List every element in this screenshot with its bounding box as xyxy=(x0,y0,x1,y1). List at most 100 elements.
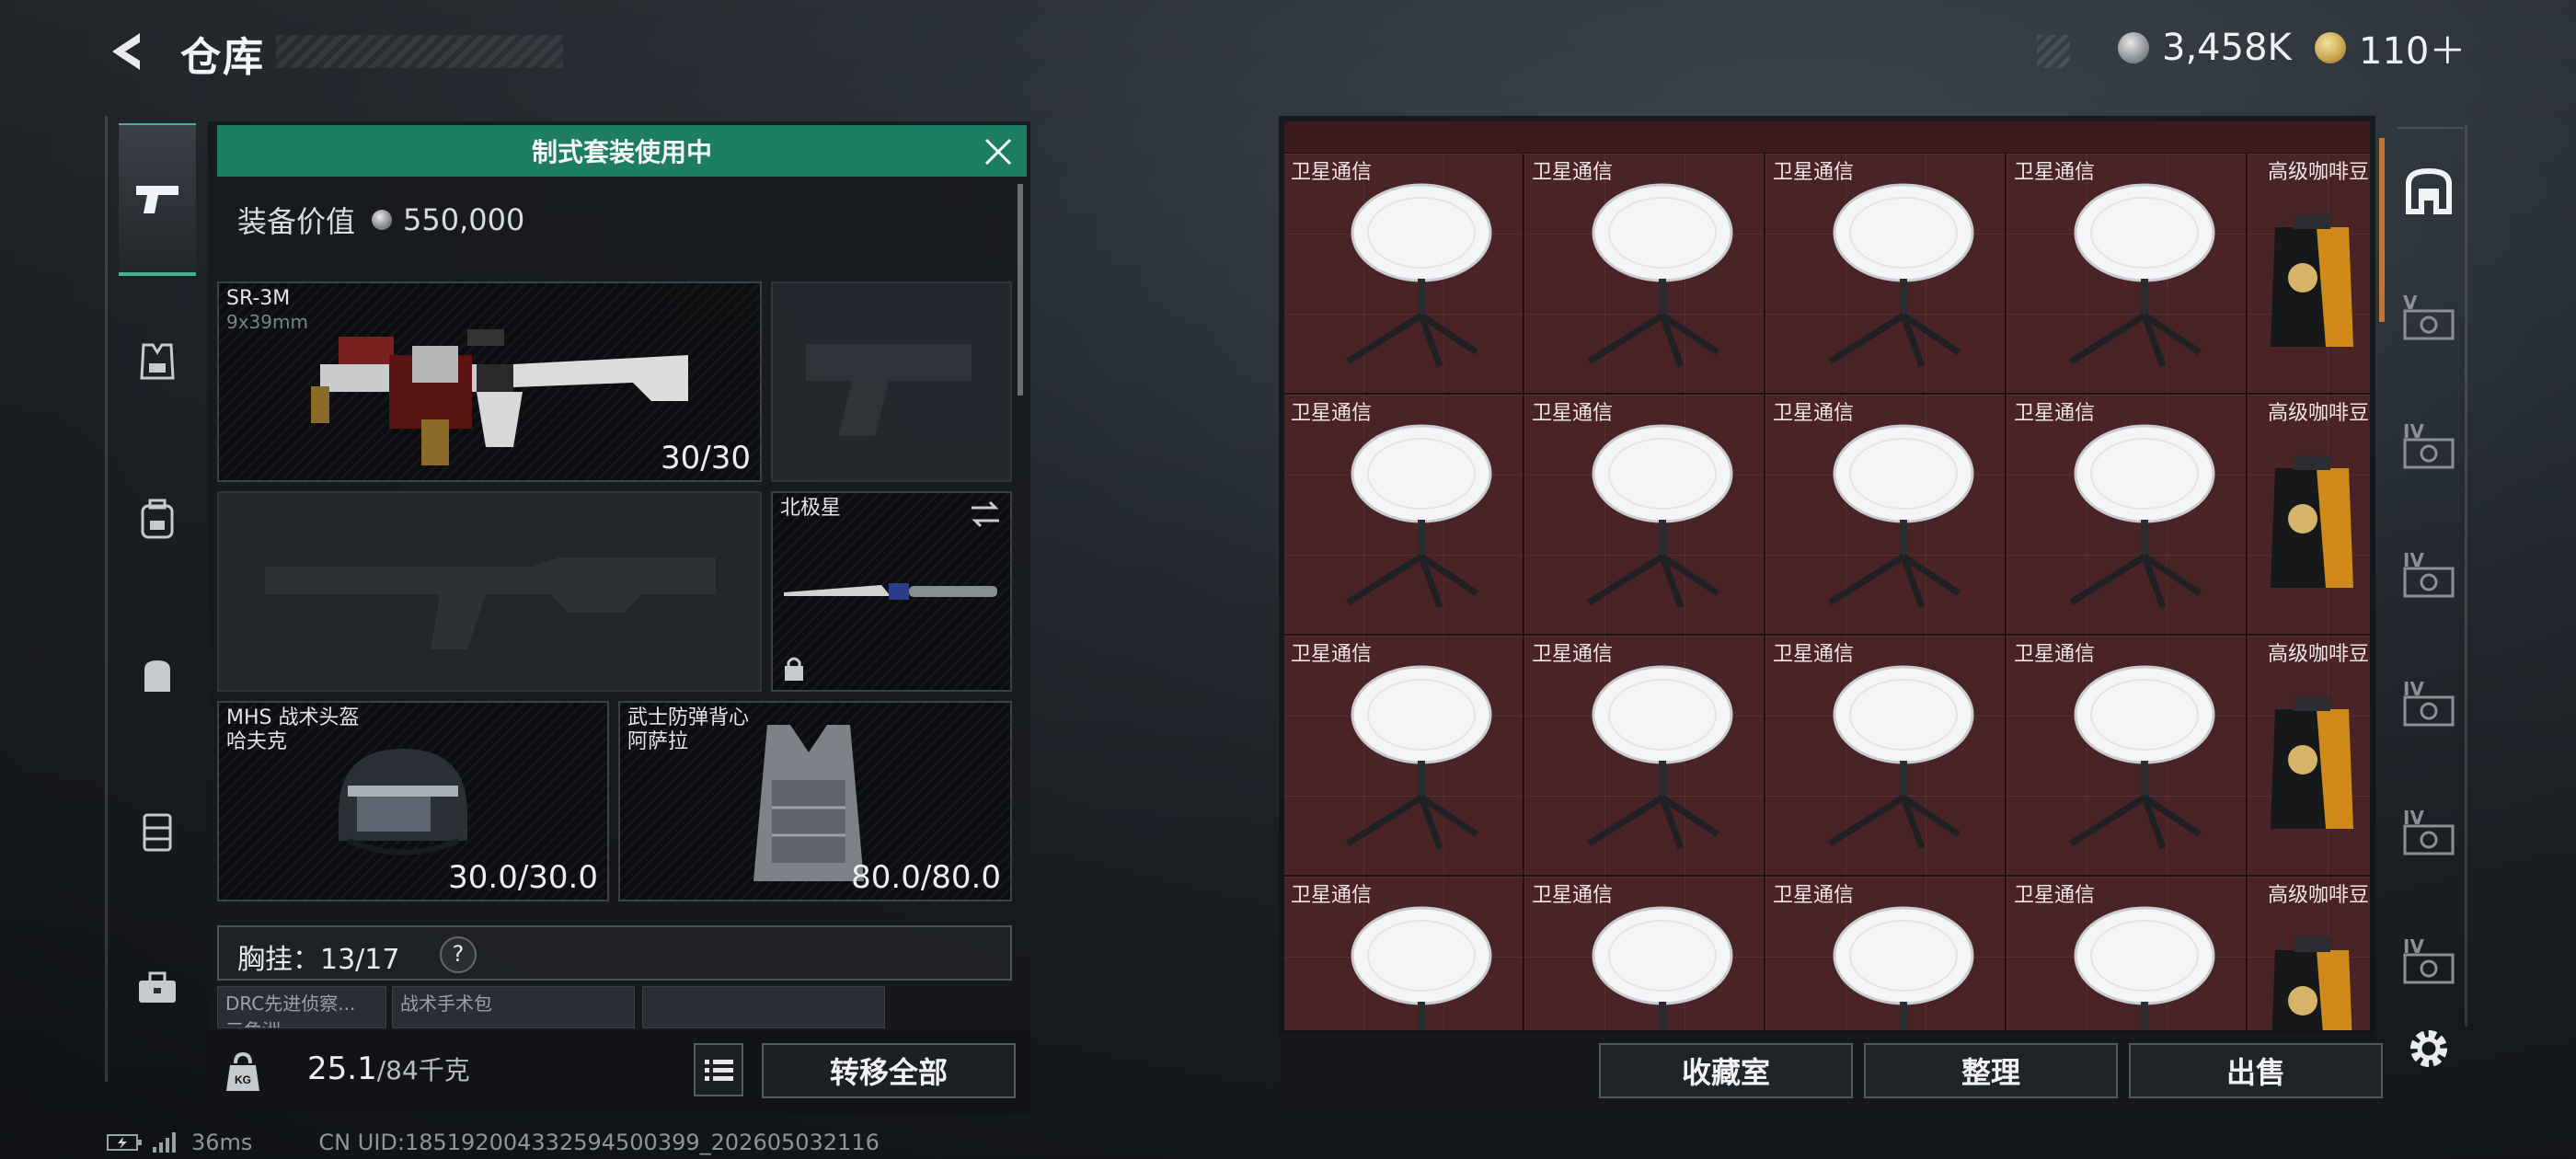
item-name: 卫星通信 xyxy=(1532,402,1614,425)
pistol-slot[interactable] xyxy=(771,281,1012,482)
chest-item-3[interactable] xyxy=(642,986,885,1028)
primary-weapon-slot[interactable]: SR-3M 9x39mm 30/30 xyxy=(217,281,762,482)
satellite-dish-icon xyxy=(1346,665,1492,850)
sort-button[interactable]: 整理 xyxy=(1864,1043,2118,1098)
storage-scrollbar[interactable] xyxy=(2379,138,2385,322)
satellite-comm-item[interactable]: 卫星通信 xyxy=(1524,635,1765,876)
item-name: 高级咖啡豆 xyxy=(2267,402,2369,425)
satellite-comm-item[interactable]: 卫星通信 xyxy=(1284,153,1524,394)
nav-case[interactable] xyxy=(119,949,196,1027)
settings-button[interactable] xyxy=(2401,1021,2456,1076)
tab-level-4[interactable]: IV xyxy=(2396,670,2462,736)
pistol-icon xyxy=(136,186,178,213)
tab-level-6[interactable]: IV xyxy=(2396,927,2462,993)
item-name: 卫星通信 xyxy=(2014,643,2096,666)
tab-home[interactable] xyxy=(2396,158,2462,224)
satellite-comm-item[interactable]: 卫星通信 xyxy=(2006,394,2247,635)
kettlebell-icon: KG xyxy=(226,1051,259,1091)
nav-chest-rig[interactable] xyxy=(119,793,196,870)
chest-rig-icon xyxy=(143,813,172,852)
nav-bag[interactable] xyxy=(119,637,196,714)
satellite-comm-item[interactable]: 卫星通信 xyxy=(1284,876,1524,1030)
item-name: 卫星通信 xyxy=(1291,884,1373,907)
armor-slot[interactable]: 武士防弹背心 阿萨拉 80.0/80.0 xyxy=(618,701,1012,901)
chest-item-2[interactable]: 战术手术包 xyxy=(392,986,635,1028)
weight-icon: KG xyxy=(224,1050,261,1095)
melee-name: 北极星 xyxy=(780,497,842,520)
item-name: 卫星通信 xyxy=(2014,161,2096,184)
chest-item-1[interactable]: DRC先进侦察... 三角洲 xyxy=(217,986,386,1028)
storage-level-icon: IV xyxy=(2403,935,2455,984)
armor-name-line1: 武士防弹背心 xyxy=(627,706,750,729)
collection-room-button[interactable]: 收藏室 xyxy=(1599,1043,1853,1098)
helmet-icon xyxy=(339,749,467,855)
item-name: 卫星通信 xyxy=(1291,161,1373,184)
tab-level-1[interactable]: V xyxy=(2396,283,2462,350)
page-title: 仓库 xyxy=(180,34,265,81)
coffee-beans-item[interactable]: 高级咖啡豆 xyxy=(2247,876,2370,1030)
rifle-silhouette-icon xyxy=(265,557,716,649)
equip-value: 装备价值 550,000 xyxy=(237,199,524,241)
coffee-beans-item[interactable]: 高级咖啡豆 xyxy=(2247,153,2370,394)
sell-button[interactable]: 出售 xyxy=(2129,1043,2383,1098)
storage-level-icon: IV xyxy=(2403,549,2455,598)
item-name: 高级咖啡豆 xyxy=(2267,161,2369,184)
storage-level-icon: IV xyxy=(2403,420,2455,469)
tab-level-2[interactable]: IV xyxy=(2396,412,2462,478)
satellite-dish-icon xyxy=(1587,183,1733,368)
satellite-comm-item[interactable]: 卫星通信 xyxy=(1524,394,1765,635)
transfer-all-button[interactable]: 转移全部 xyxy=(762,1043,1016,1098)
satellite-dish-icon xyxy=(1833,906,1974,1030)
satellite-comm-item[interactable]: 卫星通信 xyxy=(1765,635,2006,876)
item-name: 高级咖啡豆 xyxy=(2267,643,2369,666)
nav-backpack[interactable] xyxy=(119,480,196,557)
satellite-comm-item[interactable]: 卫星通信 xyxy=(1284,394,1524,635)
coffee-beans-item[interactable]: 高级咖啡豆 xyxy=(2247,635,2370,876)
satellite-dish-icon xyxy=(2074,906,2215,1030)
gold-currency[interactable]: 110＋ xyxy=(2315,20,2466,75)
vest-icon xyxy=(140,343,175,380)
item-name: 卫星通信 xyxy=(1532,161,1614,184)
item-name: 卫星通信 xyxy=(1773,643,1855,666)
satellite-comm-item[interactable]: 卫星通信 xyxy=(1284,635,1524,876)
satellite-dish-icon xyxy=(1587,665,1733,850)
loadout-scrollbar[interactable] xyxy=(1018,184,1023,396)
satellite-comm-item[interactable]: 卫星通信 xyxy=(2006,876,2247,1030)
satellite-comm-item[interactable]: 卫星通信 xyxy=(1765,394,2006,635)
coffee-beans-item[interactable]: 高级咖啡豆 xyxy=(2247,394,2370,635)
close-banner-button[interactable] xyxy=(979,132,1018,171)
helmet-slot[interactable]: MHS 战术头盔 哈夫克 30.0/30.0 xyxy=(217,701,609,901)
satellite-dish-icon xyxy=(1828,665,1974,850)
currency-decoration xyxy=(2037,35,2070,68)
list-view-button[interactable] xyxy=(694,1043,743,1096)
satellite-comm-item[interactable]: 卫星通信 xyxy=(1765,876,2006,1030)
loadout-banner: 制式套装使用中 xyxy=(217,125,1027,177)
silver-currency[interactable]: 3,458K xyxy=(2118,20,2292,75)
melee-slot[interactable]: 北极星 xyxy=(771,491,1012,692)
secondary-weapon-slot[interactable] xyxy=(217,491,762,692)
satellite-comm-item[interactable]: 卫星通信 xyxy=(2006,153,2247,394)
nav-armor[interactable] xyxy=(119,324,196,401)
satellite-comm-item[interactable]: 卫星通信 xyxy=(1524,876,1765,1030)
swap-icon[interactable] xyxy=(968,499,1003,530)
chest-item-1-label: DRC先进侦察... xyxy=(225,993,356,1015)
nav-weapon[interactable] xyxy=(119,123,196,276)
weapon-name: SR-3M xyxy=(226,287,291,310)
satellite-comm-item[interactable]: 卫星通信 xyxy=(1524,153,1765,394)
home-storage-icon xyxy=(2406,167,2452,214)
satellite-comm-item[interactable]: 卫星通信 xyxy=(1765,153,2006,394)
helmet-name-line1: MHS 战术头盔 xyxy=(226,706,360,729)
silver-amount: 3,458K xyxy=(2162,27,2292,69)
satellite-comm-item[interactable]: 卫星通信 xyxy=(2006,635,2247,876)
weapon-ammo: 30/30 xyxy=(661,440,751,476)
tab-level-3[interactable]: IV xyxy=(2396,541,2462,607)
weight-readout: 25.1/84千克 xyxy=(307,1050,470,1087)
satellite-dish-icon xyxy=(1587,424,1733,609)
item-name: 卫星通信 xyxy=(1532,884,1614,907)
satellite-dish-icon xyxy=(2069,424,2215,609)
help-icon[interactable]: ? xyxy=(440,936,477,973)
tab-level-5[interactable]: IV xyxy=(2396,798,2462,865)
back-button[interactable] xyxy=(103,28,151,75)
chest-rig-bar[interactable]: 胸挂：13/17 ? xyxy=(217,925,1012,981)
tab-divider xyxy=(2398,127,2464,129)
